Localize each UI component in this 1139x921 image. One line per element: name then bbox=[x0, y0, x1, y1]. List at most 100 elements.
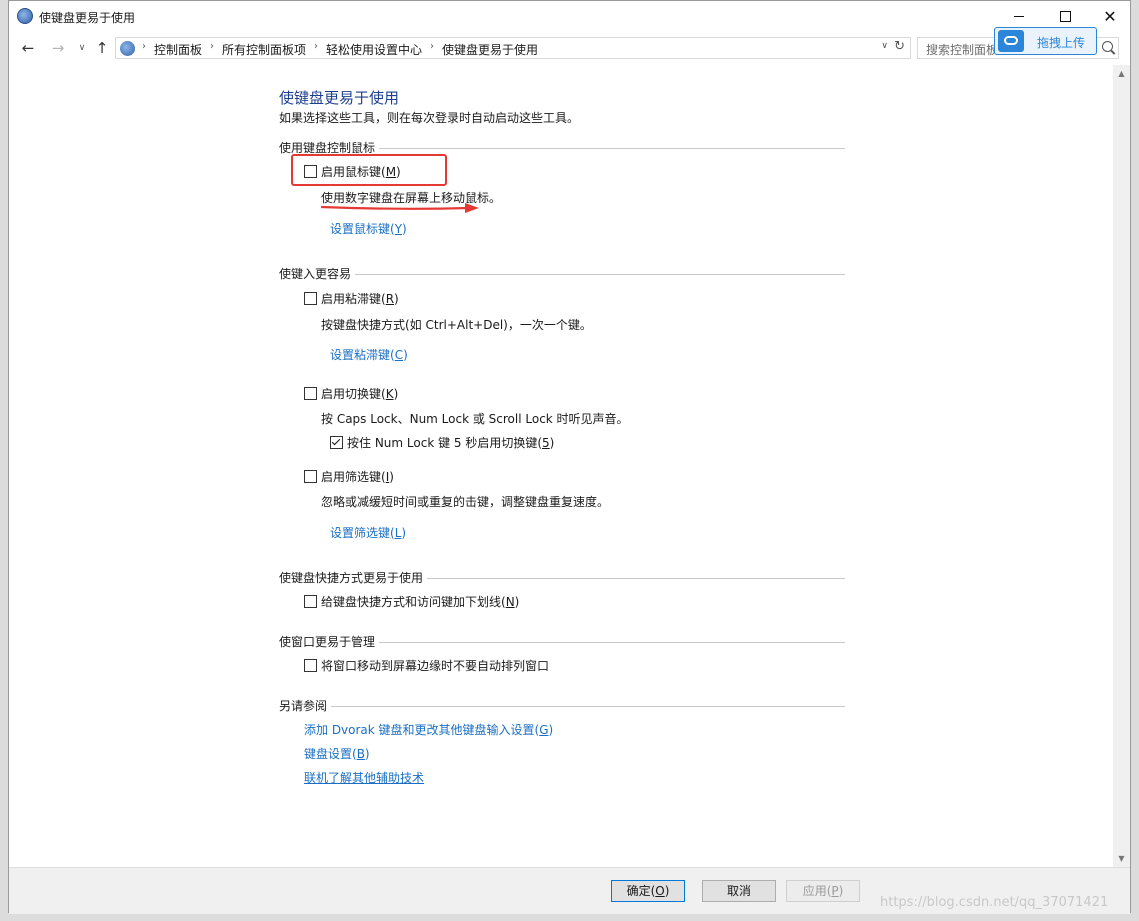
prevent-snap-label: 将窗口移动到屏幕边缘时不要自动排列窗口 bbox=[321, 659, 550, 673]
keyboard-settings-accesskey: B bbox=[356, 747, 365, 761]
paren: ) bbox=[838, 884, 844, 898]
search-icon bbox=[1102, 41, 1113, 52]
paren: ) bbox=[403, 348, 408, 362]
arrow-right-icon: → bbox=[51, 39, 65, 57]
scroll-down-icon[interactable]: ▼ bbox=[1113, 850, 1130, 867]
forward-button[interactable]: → bbox=[47, 37, 69, 59]
cloud-icon bbox=[998, 30, 1024, 52]
navigation-bar: ← → ∨ ↑ › 控制面板 › 所有控制面板项 › 轻松使用设置中心 › 使键… bbox=[9, 33, 1130, 63]
paren: ) bbox=[514, 595, 520, 609]
checkbox-box[interactable] bbox=[304, 470, 317, 483]
breadcrumb-separator: › bbox=[314, 41, 319, 52]
upload-button[interactable]: 拖拽上传 bbox=[994, 27, 1097, 55]
close-icon: ✕ bbox=[1103, 6, 1117, 26]
underline-shortcuts-label: 给键盘快捷方式和访问键加下划线( bbox=[321, 595, 506, 609]
breadcrumb-item[interactable]: 轻松使用设置中心 bbox=[326, 41, 422, 58]
dvorak-settings-accesskey: G bbox=[539, 723, 549, 737]
breadcrumb-item[interactable]: 使键盘更易于使用 bbox=[442, 41, 538, 58]
prevent-snap-checkbox[interactable]: 将窗口移动到屏幕边缘时不要自动排列窗口 bbox=[304, 657, 549, 674]
section-shortcuts: 使键盘快捷方式更易于使用 给键盘快捷方式和访问键加下划线(N) bbox=[279, 569, 845, 619]
breadcrumb-separator: › bbox=[430, 41, 435, 52]
refresh-button[interactable]: ↻ bbox=[894, 39, 905, 54]
up-button[interactable]: ↑ bbox=[91, 37, 113, 59]
setup-sticky-keys-link[interactable]: 设置粘滞键(C) bbox=[330, 346, 408, 363]
sticky-keys-description: 按键盘快捷方式(如 Ctrl+Alt+Del)，一次一个键。 bbox=[321, 318, 592, 332]
section-title: 使键入更容易 bbox=[279, 265, 356, 282]
dvorak-settings-link[interactable]: 添加 Dvorak 键盘和更改其他键盘输入设置(G) bbox=[304, 721, 553, 738]
section-header: 使键盘快捷方式更易于使用 bbox=[279, 569, 845, 586]
ok-button[interactable]: 确定(O) bbox=[611, 880, 685, 902]
apply-button[interactable]: 应用(P) bbox=[786, 880, 860, 902]
setup-mouse-keys-link[interactable]: 设置鼠标键(Y) bbox=[330, 220, 407, 237]
section-title: 另请参阅 bbox=[279, 697, 332, 714]
paren: ) bbox=[393, 387, 399, 401]
toggle-keys-accesskey: K bbox=[385, 387, 394, 401]
arrow-up-icon: ↑ bbox=[95, 39, 109, 57]
toggle-keys-checkbox[interactable]: 启用切换键(K) bbox=[304, 385, 398, 402]
setup-sticky-keys-label: 设置粘滞键( bbox=[330, 348, 395, 362]
checkbox-box[interactable] bbox=[304, 292, 317, 305]
cancel-button[interactable]: 取消 bbox=[702, 880, 776, 902]
section-header: 使键入更容易 bbox=[279, 265, 845, 282]
breadcrumb-separator: › bbox=[210, 41, 215, 52]
chevron-down-icon: ∨ bbox=[78, 43, 86, 53]
checkbox-box[interactable] bbox=[304, 659, 317, 672]
apply-button-label: 应用( bbox=[802, 884, 832, 898]
setup-sticky-keys-accesskey: C bbox=[394, 348, 404, 362]
paren: ) bbox=[549, 436, 555, 450]
minimize-icon bbox=[1014, 15, 1024, 17]
control-panel-icon bbox=[120, 41, 135, 56]
section-header: 使窗口更易于管理 bbox=[279, 633, 845, 650]
setup-filter-keys-link[interactable]: 设置筛选键(L) bbox=[330, 524, 406, 541]
sticky-keys-label: 启用粘滞键( bbox=[321, 292, 386, 306]
checkbox-box[interactable] bbox=[304, 387, 317, 400]
toggle-keys-label: 启用切换键( bbox=[321, 387, 386, 401]
sticky-keys-checkbox[interactable]: 启用粘滞键(R) bbox=[304, 290, 399, 307]
section-header: 使用键盘控制鼠标 bbox=[279, 139, 845, 156]
annotation-highlight-box bbox=[291, 154, 447, 186]
divider bbox=[279, 274, 845, 275]
maximize-icon bbox=[1059, 10, 1071, 22]
ok-button-label: 确定( bbox=[626, 884, 656, 898]
page-description: 如果选择这些工具，则在每次登录时自动启动这些工具。 bbox=[279, 111, 580, 125]
scroll-up-icon[interactable]: ▲ bbox=[1113, 65, 1130, 82]
keyboard-settings-label: 键盘设置( bbox=[304, 747, 357, 761]
recent-locations-button[interactable]: ∨ bbox=[71, 37, 93, 59]
breadcrumb-item[interactable]: 所有控制面板项 bbox=[222, 41, 306, 58]
paren: ) bbox=[548, 723, 554, 737]
filter-keys-label: 启用筛选键( bbox=[321, 470, 386, 484]
paren: ) bbox=[401, 526, 407, 540]
search-placeholder: 搜索控制面板 bbox=[926, 43, 999, 57]
section-windows: 使窗口更易于管理 将窗口移动到屏幕边缘时不要自动排列窗口 bbox=[279, 633, 845, 683]
paren: ) bbox=[364, 747, 370, 761]
online-assistive-tech-link[interactable]: 联机了解其他辅助技术 bbox=[304, 769, 424, 786]
ok-accesskey: O bbox=[655, 884, 665, 898]
checkbox-box[interactable] bbox=[304, 595, 317, 608]
keyboard-settings-link[interactable]: 键盘设置(B) bbox=[304, 745, 370, 762]
checkbox-box[interactable] bbox=[330, 436, 343, 449]
toggle-keys-hold-label: 按住 Num Lock 键 5 秒启用切换键( bbox=[347, 436, 543, 450]
paren: ) bbox=[394, 292, 399, 306]
apply-accesskey: P bbox=[831, 884, 839, 898]
section-title: 使键盘快捷方式更易于使用 bbox=[279, 569, 428, 586]
back-button[interactable]: ← bbox=[17, 37, 39, 59]
address-bar[interactable]: › 控制面板 › 所有控制面板项 › 轻松使用设置中心 › 使键盘更易于使用 ∨… bbox=[115, 37, 911, 59]
address-dropdown-button[interactable]: ∨ bbox=[881, 41, 888, 51]
toggle-keys-hold-checkbox[interactable]: 按住 Num Lock 键 5 秒启用切换键(5) bbox=[330, 434, 554, 451]
setup-mouse-keys-label: 设置鼠标键( bbox=[330, 222, 395, 236]
vertical-scrollbar[interactable]: ▲ ▼ bbox=[1113, 65, 1130, 867]
sticky-keys-accesskey: R bbox=[385, 292, 395, 306]
setup-mouse-keys-accesskey: Y bbox=[394, 222, 403, 236]
window-title: 使键盘更易于使用 bbox=[39, 11, 136, 25]
arrow-left-icon: ← bbox=[21, 39, 35, 57]
underline-shortcuts-checkbox[interactable]: 给键盘快捷方式和访问键加下划线(N) bbox=[304, 593, 519, 610]
divider bbox=[279, 706, 845, 707]
filter-keys-checkbox[interactable]: 启用筛选键(I) bbox=[304, 468, 394, 485]
paren: ) bbox=[664, 884, 670, 898]
toggle-keys-hold-accesskey: 5 bbox=[542, 436, 550, 450]
setup-filter-keys-label: 设置筛选键( bbox=[330, 526, 395, 540]
title-bar: 使键盘更易于使用 ✕ bbox=[9, 1, 1130, 31]
underline-shortcuts-accesskey: N bbox=[505, 595, 515, 609]
breadcrumb-item[interactable]: 控制面板 bbox=[154, 41, 202, 58]
breadcrumb-separator: › bbox=[142, 41, 146, 52]
